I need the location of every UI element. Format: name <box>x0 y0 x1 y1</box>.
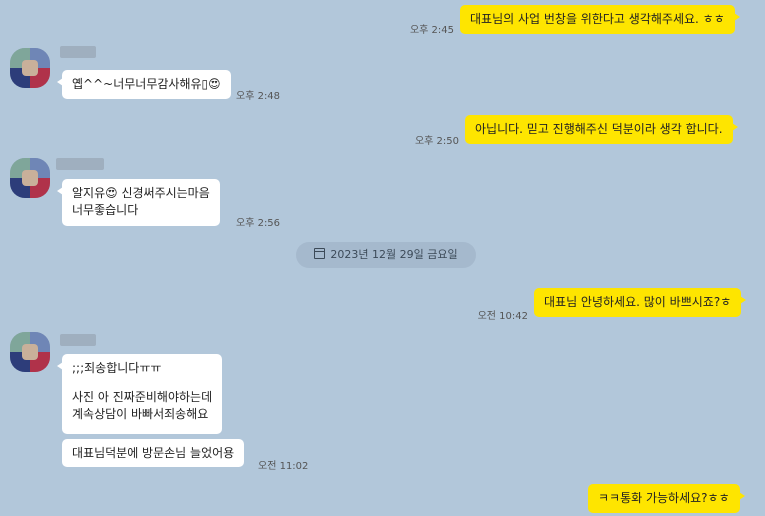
message-line: ;;;죄송합니다ㅠㅠ <box>72 361 162 375</box>
my-message-bubble[interactable]: 아닙니다. 믿고 진행해주신 덕분이라 생각 합니다. <box>465 115 738 144</box>
chat-window: { "messages": { "m1": {"text": "대표님의 사업 … <box>0 0 765 516</box>
message-line: 알지유😍 신경써주시는마음 <box>72 186 210 200</box>
their-message-bubble[interactable]: ;;;죄송합니다ㅠㅠ 사진 아 진짜준비해야하는데 계속상담이 바빠서죄송해요 <box>56 354 223 434</box>
message-time: 오후 2:48 <box>236 91 281 102</box>
sender-avatar[interactable] <box>10 48 50 88</box>
sender-name-redacted <box>60 46 96 58</box>
my-message-bubble[interactable]: ㅋㅋ통화 가능하세요?ㅎㅎ <box>588 484 745 513</box>
date-divider: 2023년 12월 29일 금요일 <box>296 242 476 268</box>
their-message-bubble[interactable]: 옙^^~너무너무감사해유▯😍 <box>57 70 231 99</box>
message-line: 너무좋습니다 <box>72 203 139 217</box>
message-time: 오후 2:56 <box>236 218 281 229</box>
message-time: 오전 11:02 <box>258 461 309 472</box>
their-message-bubble[interactable]: 대표님덕분에 방문손님 늘었어용 <box>62 439 245 467</box>
message-time: 오후 2:50 <box>414 136 459 147</box>
sender-avatar[interactable] <box>10 158 50 198</box>
calendar-icon <box>314 248 326 259</box>
message-line: 사진 아 진짜준비해야하는데 <box>72 390 213 404</box>
sender-name-redacted <box>60 334 96 346</box>
message-time: 오전 10:42 <box>477 311 528 322</box>
sender-name-redacted <box>56 158 104 170</box>
message-time: 오후 2:45 <box>409 25 454 36</box>
their-message-bubble[interactable]: 알지유😍 신경써주시는마음 너무좋습니다 <box>57 179 220 226</box>
message-line: 계속상담이 바빠서죄송해요 <box>72 407 209 421</box>
sender-avatar[interactable] <box>10 332 50 372</box>
date-divider-label: 2023년 12월 29일 금요일 <box>330 248 458 261</box>
my-message-bubble[interactable]: 대표님 안녕하세요. 많이 바쁘시죠?ㅎ <box>534 288 747 317</box>
my-message-bubble[interactable]: 대표님의 사업 번창을 위한다고 생각해주세요. ㅎㅎ <box>460 5 740 34</box>
